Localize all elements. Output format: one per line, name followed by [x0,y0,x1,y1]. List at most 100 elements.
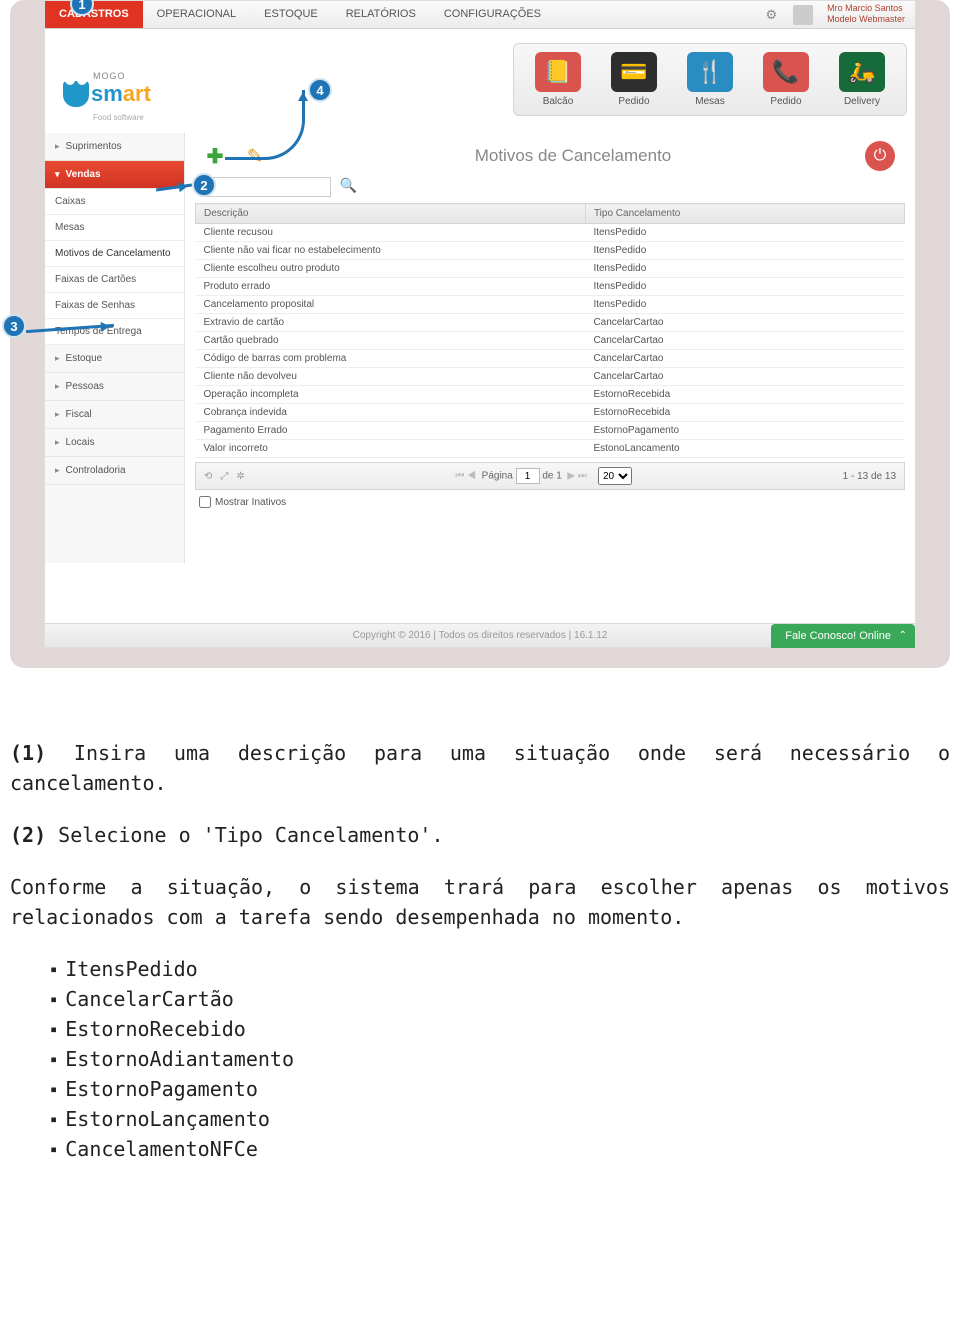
cell-descricao: Extravio de cartão [196,314,586,332]
gear-icon[interactable]: ⚙ [755,1,787,28]
sidebar: ▸Suprimentos ▾Vendas Caixas Mesas Motivo… [45,133,185,563]
show-inactive-checkbox[interactable] [199,496,211,508]
topnav-relatorios[interactable]: RELATÓRIOS [332,1,430,28]
table-row[interactable]: Código de barras com problemaCancelarCar… [196,350,905,368]
p1-body: Insira uma descrição para uma situação o… [10,741,950,795]
side-fiscal[interactable]: ▸Fiscal [45,401,184,429]
qm-balcao[interactable]: 📒Balcão [524,52,592,107]
user-block[interactable]: Mro Marcio Santos Modelo Webmaster [817,1,915,28]
cell-descricao: Cliente escolheu outro produto [196,260,586,278]
show-inactive-label: Mostrar Inativos [215,497,286,508]
app-window: CADASTROS OPERACIONAL ESTOQUE RELATÓRIOS… [44,0,916,648]
show-inactive[interactable]: Mostrar Inativos [195,490,905,514]
cell-descricao: Cancelamento proposital [196,296,586,314]
cell-descricao: Cobrança indevida [196,404,586,422]
table-row[interactable]: Cliente escolheu outro produtoItensPedid… [196,260,905,278]
p1-lead: (1) [10,741,46,765]
list-item: CancelamentoNFCe [50,1134,950,1164]
list-item: EstornoPagamento [50,1074,950,1104]
table-row[interactable]: Cliente não vai ficar no estabelecimento… [196,242,905,260]
main-area: ▸Suprimentos ▾Vendas Caixas Mesas Motivo… [45,133,915,563]
cell-tipo: EstornoRecebida [585,386,904,404]
cell-descricao: Cliente não devolveu [196,368,586,386]
cell-tipo: EstornoRecebida [585,404,904,422]
content-toolbar: ✚ ✎ Motivos de Cancelamento ⏻ [195,137,905,177]
sub-faixas-senhas[interactable]: Faixas de Senhas [45,293,184,319]
quick-modules: 📒Balcão 💳Pedido 🍴Mesas 📞Pedido 🛵Delivery [513,43,907,116]
table-row[interactable]: Cliente não devolveuCancelarCartao [196,368,905,386]
col-tipo[interactable]: Tipo Cancelamento [585,204,904,224]
pager-last-icon[interactable]: ⏭ [578,471,587,482]
sub-motivos-cancelamento[interactable]: Motivos de Cancelamento [45,241,184,267]
pager-prev-icon[interactable]: ◀ [467,471,476,482]
pager-page-input[interactable] [516,468,540,484]
cell-descricao: Operação incompleta [196,386,586,404]
cell-tipo: CancelarCartao [585,368,904,386]
pager-size-select[interactable]: 20 [598,467,632,485]
cell-tipo: ItensPedido [585,296,904,314]
motorbike-icon: 🛵 [839,52,885,92]
chat-tab[interactable]: Fale Conosco! Online [771,624,915,648]
qm-mesas[interactable]: 🍴Mesas [676,52,744,107]
qm-pedido2[interactable]: 📞Pedido [752,52,820,107]
p2-lead: (2) [10,823,46,847]
topnav-operacional[interactable]: OPERACIONAL [143,1,250,28]
logo-text-b: art [123,81,151,106]
search-input[interactable] [201,177,331,197]
table-row[interactable]: Cliente recusouItensPedido [196,224,905,242]
list-item: ItensPedido [50,954,950,984]
p3: Conforme a situação, o sistema trará par… [10,872,950,932]
refresh-icon[interactable]: ⟲ [204,471,212,482]
cell-tipo: ItensPedido [585,260,904,278]
qm-label: Delivery [844,96,880,107]
pager-label-b: de 1 [542,471,561,482]
cell-descricao: Pagamento Errado [196,422,586,440]
pager-first-icon[interactable]: ⏮ [455,471,464,482]
side-vendas[interactable]: ▾Vendas [45,161,184,189]
cutlery-icon: 🍴 [687,52,733,92]
pager-range: 1 - 13 de 13 [843,471,896,482]
bullet-list: ItensPedidoCancelarCartãoEstornoRecebido… [50,954,950,1164]
card-icon: 💳 [611,52,657,92]
expand-icon[interactable]: ⤢ [220,471,228,482]
qm-pedido[interactable]: 💳Pedido [600,52,668,107]
cog-icon[interactable]: ✲ [236,471,244,482]
sub-mesas[interactable]: Mesas [45,215,184,241]
avatar[interactable] [793,5,813,25]
chevron-right-icon: ▸ [55,141,60,152]
footer-text: Copyright © 2016 | Todos os direitos res… [353,630,608,641]
cell-descricao: Cliente recusou [196,224,586,242]
sub-faixas-cartoes[interactable]: Faixas de Cartões [45,267,184,293]
list-item: EstornoLançamento [50,1104,950,1134]
table-row[interactable]: Cartão quebradoCancelarCartao [196,332,905,350]
col-descricao[interactable]: Descrição [196,204,586,224]
pager-next-icon[interactable]: ▶ [567,471,575,482]
cell-tipo: ItensPedido [585,224,904,242]
chevron-right-icon: ▸ [55,381,60,392]
qm-label: Pedido [770,96,801,107]
topnav-configuracoes[interactable]: CONFIGURAÇÕES [430,1,555,28]
logo-top: MOGO [93,71,151,81]
callout-badge-3: 3 [2,314,26,338]
table-row[interactable]: Valor incorretoEstonoLancamento [196,440,905,458]
table-row[interactable]: Pagamento ErradoEstornoPagamento [196,422,905,440]
logo-text-a: sm [91,81,123,106]
topnav-estoque[interactable]: ESTOQUE [250,1,332,28]
sub-caixas[interactable]: Caixas [45,189,184,215]
side-estoque[interactable]: ▸Estoque [45,345,184,373]
side-controladoria[interactable]: ▸Controladoria [45,457,184,485]
side-suprimentos[interactable]: ▸Suprimentos [45,133,184,161]
table-row[interactable]: Produto erradoItensPedido [196,278,905,296]
side-locais[interactable]: ▸Locais [45,429,184,457]
power-button[interactable]: ⏻ [865,141,895,171]
table-row[interactable]: Operação incompletaEstornoRecebida [196,386,905,404]
search-icon[interactable]: 🔍 [339,177,356,194]
qm-delivery[interactable]: 🛵 Delivery [828,52,896,107]
cell-tipo: CancelarCartao [585,332,904,350]
table-row[interactable]: Cancelamento propositalItensPedido [196,296,905,314]
table-row[interactable]: Cobrança indevidaEstornoRecebida [196,404,905,422]
cell-tipo: CancelarCartao [585,314,904,332]
table-row[interactable]: Extravio de cartãoCancelarCartao [196,314,905,332]
side-pessoas[interactable]: ▸Pessoas [45,373,184,401]
qm-label: Balcão [543,96,574,107]
